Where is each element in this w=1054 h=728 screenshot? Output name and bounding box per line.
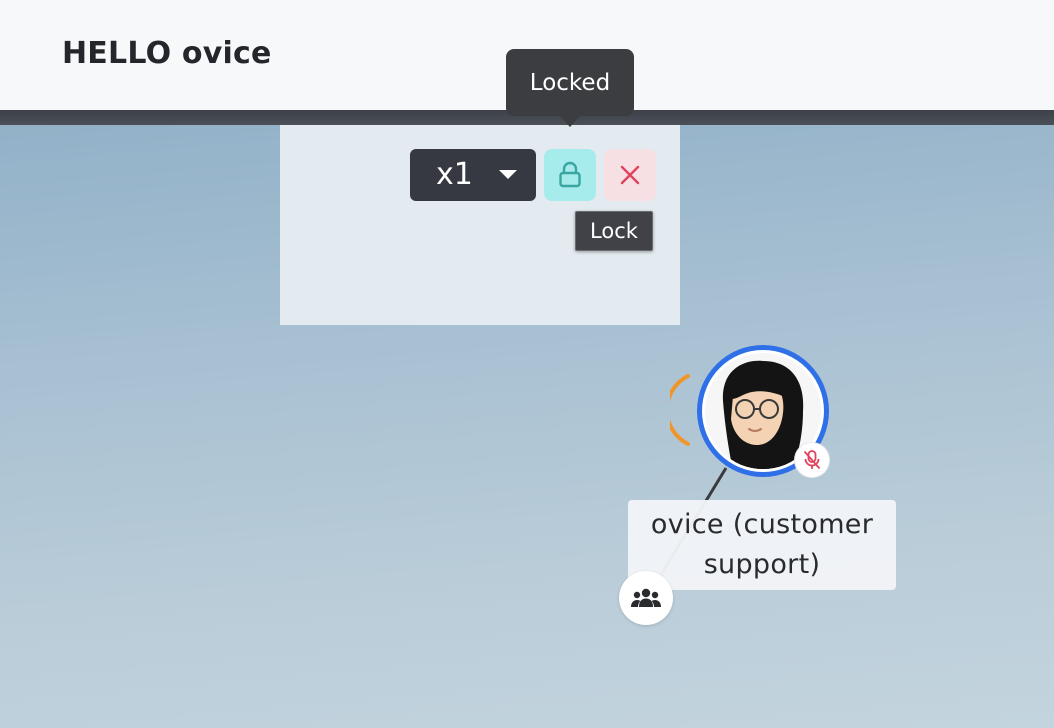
close-icon	[620, 165, 640, 185]
lock-tooltip: Lock	[575, 211, 653, 251]
locked-tooltip-text: Locked	[529, 69, 611, 96]
close-button[interactable]	[604, 149, 656, 201]
group-icon	[631, 588, 661, 607]
lock-button[interactable]	[544, 149, 596, 201]
scale-dropdown[interactable]: x1	[410, 149, 536, 201]
group-button[interactable]	[619, 571, 673, 625]
avatar-name-label: ovice (customer support)	[628, 500, 896, 590]
lock-icon	[559, 161, 581, 188]
avatar-name-text: ovice (customer support)	[650, 509, 874, 580]
mic-muted-icon	[795, 443, 829, 477]
locked-tooltip: Locked	[506, 49, 634, 127]
lock-tooltip-text: Lock	[590, 219, 638, 243]
scale-value: x1	[436, 157, 473, 192]
chevron-down-icon	[499, 170, 517, 179]
tooltip-arrow	[560, 116, 580, 127]
